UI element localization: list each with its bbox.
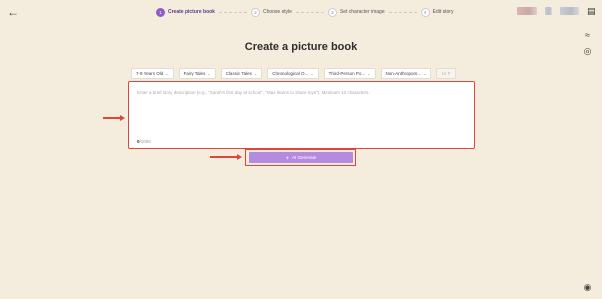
page-count-value: 16 P (441, 71, 451, 76)
step-label: Edit story (432, 9, 454, 15)
genre-select[interactable]: Fairy Tales ⌄ (178, 68, 216, 79)
step-divider (218, 11, 247, 13)
plus-icon: + (285, 155, 290, 162)
point-of-view-value: Third-Person Po... (328, 71, 366, 76)
document-icon[interactable]: ▤ (587, 6, 596, 16)
step-divider (295, 11, 324, 13)
page-title: Create a picture book (244, 41, 358, 53)
theme-select[interactable]: Classic Tales ⌄ (220, 68, 263, 79)
story-options-bar: 7-9 Years Old ⌄ Fairy Tales ⌄ Classic Tale… (131, 68, 456, 79)
wifi-icon[interactable]: ≈ (583, 31, 592, 40)
chevron-down-icon: ⌄ (423, 71, 427, 76)
age-value: 7-9 Years Old (136, 71, 164, 76)
credits-indicator[interactable] (517, 7, 537, 15)
story-description-placeholder: Enter a brief story description (e.g., "… (137, 90, 370, 95)
theme-value: Classic Tales (225, 71, 252, 76)
point-of-view-select[interactable]: Third-Person Po... ⌄ (323, 68, 376, 79)
step-label: Choose style (262, 9, 292, 15)
step-divider (388, 11, 417, 13)
step-number: 1 (156, 7, 165, 17)
account-area: ▤ (517, 6, 596, 16)
step-number: 4 (420, 7, 430, 17)
chevron-down-icon: ⌄ (310, 71, 314, 76)
annotation-arrow (210, 154, 242, 159)
chevron-down-icon: ⌄ (253, 71, 258, 76)
cat-face-icon[interactable]: ◉ (583, 283, 592, 292)
annotation-arrow (103, 115, 125, 120)
arrow-left-icon[interactable]: ← (7, 5, 21, 19)
step-progress: 1 Create picture book 2 Choose style 3 S… (156, 6, 453, 18)
character-max: /1000 (139, 139, 151, 144)
story-description-input[interactable]: Enter a brief story description (e.g., "… (128, 81, 475, 149)
chevron-down-icon: ⌄ (367, 71, 371, 76)
character-type-value: Non-Anthropom... (385, 71, 422, 76)
step-number: 3 (327, 7, 337, 17)
chevron-down-icon: ⌄ (165, 71, 169, 76)
step-4[interactable]: 4 Edit story (420, 7, 454, 17)
narrative-order-select[interactable]: Chronological O... ⌄ (267, 68, 319, 79)
character-type-select[interactable]: Non-Anthropom... ⌄ (380, 68, 432, 79)
ai-generate-label: AI Generate (292, 155, 317, 160)
age-select[interactable]: 7-9 Years Old ⌄ (131, 68, 174, 79)
top-bar: ← 1 Create picture book 2 Choose style 3… (0, 0, 602, 24)
step-label: Set character image (339, 9, 385, 15)
step-3[interactable]: 3 Set character image (327, 7, 385, 17)
ai-generate-button[interactable]: + AI Generate (249, 152, 353, 163)
step-number: 2 (250, 7, 260, 17)
genre-value: Fairy Tales (183, 71, 206, 76)
step-1[interactable]: 1 Create picture book (156, 7, 215, 17)
narrative-order-value: Chronological O... (272, 71, 309, 76)
step-label: Create picture book (168, 9, 215, 15)
character-counter: 0/1000 (137, 139, 151, 144)
chevron-down-icon: ⌄ (207, 71, 211, 76)
page-count-select[interactable]: 16 P (436, 68, 456, 79)
notification-indicator[interactable] (545, 7, 552, 15)
step-2[interactable]: 2 Choose style (250, 7, 292, 17)
user-avatar[interactable] (560, 7, 579, 15)
